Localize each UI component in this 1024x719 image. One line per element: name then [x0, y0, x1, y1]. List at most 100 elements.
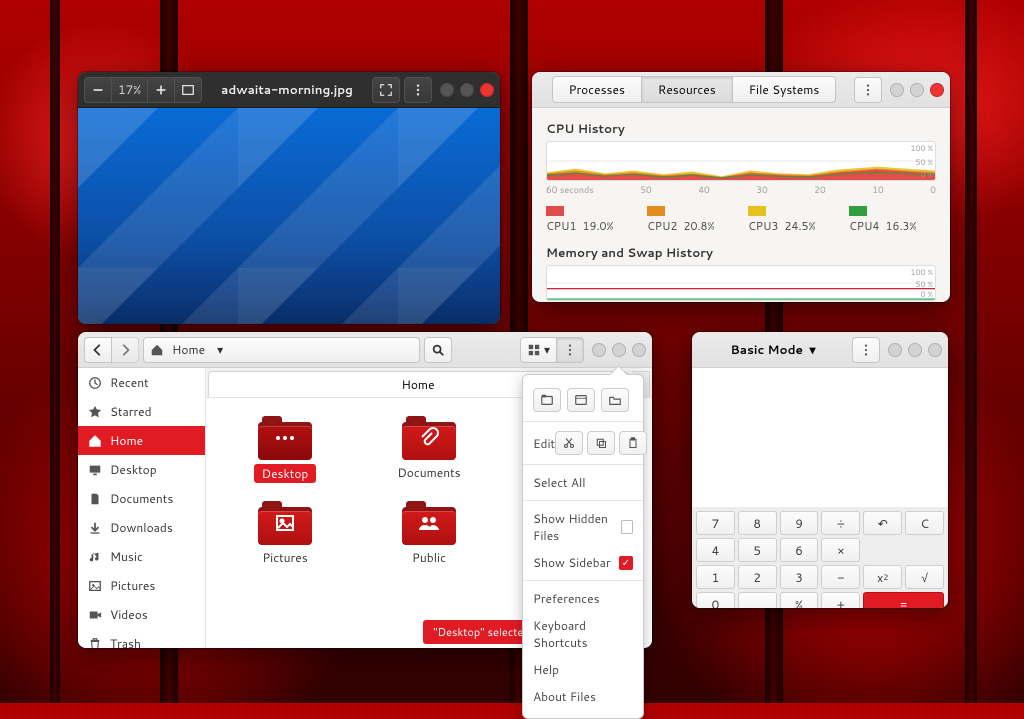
files-titlebar[interactable]: Home ▾ ▾: [78, 332, 652, 368]
menuitem-show-sidebar[interactable]: Show Sidebar✓: [531, 549, 635, 576]
key-6[interactable]: 6: [780, 538, 819, 562]
key-5[interactable]: 5: [738, 538, 777, 562]
image-viewer-titlebar[interactable]: 17% adwaita-morning.jpg: [78, 72, 500, 108]
hamburger-menu-button[interactable]: [556, 337, 584, 363]
minimize-button[interactable]: [888, 343, 902, 357]
menuitem-keyboard-shortcuts[interactable]: Keyboard Shortcuts: [531, 612, 635, 656]
popover-edit-row: Edit: [531, 426, 635, 460]
close-button[interactable]: [480, 83, 494, 97]
hamburger-menu-button[interactable]: [404, 77, 432, 103]
key-op[interactable]: ↶: [863, 511, 902, 535]
sidebar-item-documents[interactable]: Documents: [78, 484, 205, 513]
copy-button[interactable]: [587, 431, 615, 455]
key-0[interactable]: 0: [696, 592, 735, 608]
sidebar-item-videos[interactable]: Videos: [78, 600, 205, 629]
maximize-button[interactable]: [908, 343, 922, 357]
sidebar-item-music[interactable]: Music: [78, 542, 205, 571]
checkbox-off-icon[interactable]: [621, 520, 633, 534]
wallpaper-tree: [965, 0, 977, 703]
zoom-level[interactable]: 17%: [111, 77, 148, 103]
key-op[interactable]: ,: [738, 592, 777, 608]
edit-label: Edit: [533, 435, 555, 452]
paste-button[interactable]: [619, 431, 647, 455]
maximize-button[interactable]: [612, 343, 626, 357]
maximize-button[interactable]: [460, 83, 474, 97]
menuitem-show-hidden[interactable]: Show Hidden Files: [531, 505, 635, 549]
calculator-mode-switcher[interactable]: Basic Mode ▾: [730, 341, 815, 358]
back-button[interactable]: [84, 337, 112, 363]
sidebar-item-pictures[interactable]: Pictures: [78, 571, 205, 600]
system-monitor-titlebar[interactable]: Processes Resources File Systems: [532, 72, 950, 108]
popover-new-row: [531, 383, 635, 417]
menuitem-help[interactable]: Help: [531, 656, 635, 683]
minimize-button[interactable]: [440, 83, 454, 97]
view-toggle-button[interactable]: ▾: [520, 337, 557, 363]
menuitem-select-all[interactable]: Select All: [531, 469, 635, 496]
key-7[interactable]: 7: [696, 511, 735, 535]
key-2[interactable]: 2: [738, 565, 777, 589]
zoom-out-button[interactable]: [84, 77, 112, 103]
search-button[interactable]: [424, 337, 452, 363]
cpu-history-chart[interactable]: 100 % 50 % 0 %: [546, 141, 936, 181]
cut-button[interactable]: [555, 431, 583, 455]
key-op[interactable]: +: [821, 592, 860, 608]
hamburger-menu-button[interactable]: [852, 337, 880, 363]
close-button[interactable]: [928, 343, 942, 357]
maximize-button[interactable]: [910, 83, 924, 97]
key-xop[interactable]: x2: [863, 565, 902, 589]
forward-button[interactable]: [111, 337, 139, 363]
cpu-legend: CPU1 19.0% CPU2 20.8% CPU3 24.5% CPU4 16…: [546, 202, 936, 234]
key-op[interactable]: %: [780, 592, 819, 608]
minimize-button[interactable]: [890, 83, 904, 97]
sidebar-item-starred[interactable]: Starred: [78, 397, 205, 426]
calculator-titlebar[interactable]: Basic Mode ▾: [692, 332, 948, 368]
zoom-fit-button[interactable]: [174, 77, 202, 103]
folder-documents[interactable]: Documents: [370, 416, 488, 483]
key-3[interactable]: 3: [780, 565, 819, 589]
tab-processes[interactable]: Processes: [552, 76, 642, 103]
close-button[interactable]: [632, 343, 646, 357]
key-op[interactable]: ×: [821, 538, 860, 562]
key-4[interactable]: 4: [696, 538, 735, 562]
key-C[interactable]: C: [905, 511, 944, 535]
close-button[interactable]: [930, 83, 944, 97]
sidebar-item-home[interactable]: Home: [78, 426, 205, 455]
displayed-image: [78, 108, 500, 324]
files-sidebar: RecentStarredHomeDesktopDocumentsDownloa…: [78, 368, 206, 648]
zoom-in-button[interactable]: [147, 77, 175, 103]
folder-public[interactable]: Public: [370, 501, 488, 566]
key-9[interactable]: 9: [780, 511, 819, 535]
menuitem-preferences[interactable]: Preferences: [531, 585, 635, 612]
key-op[interactable]: =: [863, 592, 944, 608]
hamburger-menu-button[interactable]: [854, 77, 882, 103]
window-controls: [440, 83, 494, 97]
sidebar-item-trash[interactable]: Trash: [78, 629, 205, 648]
checkbox-on-icon[interactable]: ✓: [619, 556, 633, 570]
key-op[interactable]: −: [821, 565, 860, 589]
wallpaper-tree: [50, 0, 60, 703]
new-tab-button[interactable]: [533, 388, 561, 412]
calculator-display[interactable]: [692, 368, 948, 507]
image-viewer-canvas[interactable]: [78, 108, 500, 324]
sidebar-item-desktop[interactable]: Desktop: [78, 455, 205, 484]
key-1[interactable]: 1: [696, 565, 735, 589]
mem-history-chart[interactable]: 100 % 50 % 0 %: [546, 265, 936, 301]
key-8[interactable]: 8: [738, 511, 777, 535]
folder-desktop[interactable]: Desktop: [226, 416, 344, 483]
menuitem-about[interactable]: About Files: [531, 683, 635, 710]
pathbar-label: Home: [172, 341, 205, 358]
key-op[interactable]: √: [905, 565, 944, 589]
minimize-button[interactable]: [592, 343, 606, 357]
image-viewer-window: 17% adwaita-morning.jpg: [78, 72, 500, 324]
pathbar[interactable]: Home ▾: [143, 337, 420, 363]
key-op[interactable]: ÷: [821, 511, 860, 535]
calculator-window: Basic Mode ▾ 789÷↶C 456× 123−x2√ 0,%+=: [692, 332, 948, 608]
tab-filesystems[interactable]: File Systems: [732, 76, 837, 103]
new-window-button[interactable]: [567, 388, 595, 412]
folder-pictures[interactable]: Pictures: [226, 501, 344, 566]
tab-resources[interactable]: Resources: [641, 76, 733, 103]
new-folder-button[interactable]: [601, 388, 629, 412]
sidebar-item-recent[interactable]: Recent: [78, 368, 205, 397]
fullscreen-button[interactable]: [372, 77, 400, 103]
sidebar-item-downloads[interactable]: Downloads: [78, 513, 205, 542]
